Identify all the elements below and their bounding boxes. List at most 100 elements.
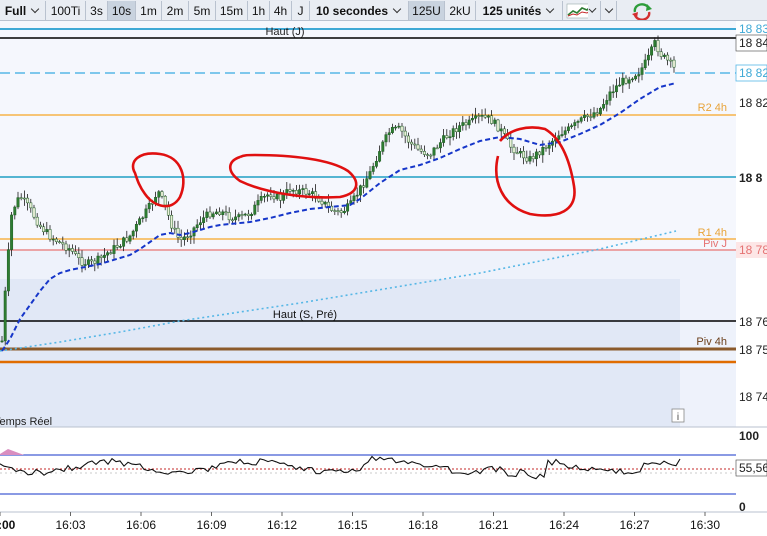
candle-body: [397, 125, 401, 128]
candle-body: [10, 214, 14, 250]
candle-body: [451, 128, 455, 137]
units-2ku[interactable]: 2kU: [445, 1, 476, 20]
candle-body: [630, 78, 634, 81]
candle-body: [672, 59, 676, 68]
candle-body: [272, 196, 276, 200]
refresh-icon: [632, 2, 652, 20]
interval-day[interactable]: J: [292, 1, 310, 20]
candle-body: [307, 193, 311, 195]
candle-body: [627, 79, 631, 84]
candle-body: [138, 218, 142, 225]
info-icon[interactable]: i: [671, 408, 685, 423]
candle-body: [496, 119, 500, 132]
candle-body: [384, 134, 388, 143]
candle-body: [448, 136, 452, 139]
time-axis-label: 16:03: [55, 518, 85, 532]
candle-body: [230, 219, 234, 222]
interval-15m[interactable]: 15m: [216, 1, 248, 20]
candle-body: [118, 246, 122, 248]
candle-body: [189, 235, 193, 238]
candle-body: [426, 154, 430, 156]
candle-body: [278, 193, 282, 201]
candle-body: [208, 211, 212, 218]
candle-body: [67, 248, 71, 251]
candle-body: [470, 118, 474, 121]
indicator-title: Temps Réel: [0, 416, 52, 428]
interval-4h[interactable]: 4h: [270, 1, 292, 20]
interval-3s[interactable]: 3s: [86, 1, 108, 20]
candle-body: [410, 141, 414, 145]
interval-2m[interactable]: 2m: [162, 1, 189, 20]
candle-body: [144, 208, 148, 219]
indicator-axis-label: 100: [739, 429, 759, 443]
candle-body: [378, 151, 382, 162]
candle-body: [291, 190, 295, 192]
period-dropdown[interactable]: 10 secondes: [310, 1, 409, 20]
interval-100ti[interactable]: 100Ti: [46, 1, 86, 20]
interval-10s[interactable]: 10s: [108, 1, 136, 20]
candle-body: [163, 195, 167, 206]
interval-1m[interactable]: 1m: [136, 1, 162, 20]
candle-body: [432, 147, 436, 156]
candle-body: [490, 115, 494, 124]
candle-body: [266, 194, 270, 197]
candle-body: [51, 238, 55, 241]
interval-1h[interactable]: 1h: [248, 1, 270, 20]
price-label: 18 83: [739, 22, 767, 36]
candle-body: [493, 119, 497, 124]
period-label: 10 secondes: [315, 3, 389, 18]
candle-body: [374, 160, 378, 167]
units-dropdown[interactable]: 125 unités: [476, 1, 563, 20]
candle-body: [608, 91, 612, 101]
candle-body: [570, 125, 574, 128]
chevron-down-icon: [604, 4, 613, 14]
candle-body: [339, 210, 343, 213]
candle-body: [19, 197, 23, 199]
candle-body: [112, 245, 116, 254]
price-chart[interactable]: Haut (J) R2 4h R1 4h Piv J Haut (S, Pré)…: [0, 21, 767, 536]
candle-body: [3, 290, 7, 342]
time-axis-label: 16:21: [478, 518, 508, 532]
candle-body: [13, 206, 17, 216]
candle-body: [662, 54, 666, 57]
interval-label: J: [297, 3, 304, 18]
candle-body: [170, 214, 174, 229]
chart-style-button[interactable]: [563, 1, 601, 20]
candle-body: [560, 134, 564, 136]
plot-shaded-region: [0, 279, 680, 427]
candle-body: [518, 150, 522, 154]
candle-body: [234, 216, 238, 221]
candle-body: [227, 212, 231, 221]
price-label: 18 78: [739, 243, 767, 257]
candle-body: [669, 59, 673, 62]
candle-body: [122, 237, 126, 247]
candle-body: [547, 145, 551, 149]
interval-label: 100Ti: [50, 3, 81, 18]
candle-body: [358, 185, 362, 196]
full-dropdown[interactable]: Full: [0, 1, 46, 20]
candle-body: [458, 125, 462, 133]
more-dropdown[interactable]: [601, 1, 617, 20]
candle-body: [102, 254, 106, 258]
time-axis-label: 16:00: [0, 518, 16, 532]
candle-body: [365, 178, 369, 188]
refresh-button[interactable]: [617, 1, 667, 20]
candle-body: [336, 210, 340, 212]
candle-body: [294, 190, 298, 195]
candle-body: [26, 197, 30, 204]
candle-body: [179, 236, 183, 240]
interval-5m[interactable]: 5m: [189, 1, 216, 20]
candle-body: [477, 115, 481, 117]
candle-body: [6, 249, 10, 292]
label-r2-4h: R2 4h: [698, 102, 727, 114]
units-125u[interactable]: 125U: [409, 1, 445, 20]
candle-body: [467, 119, 471, 126]
time-axis-label: 16:06: [126, 518, 156, 532]
candle-body: [534, 151, 538, 160]
units-label: 2kU: [449, 3, 471, 18]
candle-body: [250, 214, 254, 216]
candle-body: [435, 147, 439, 150]
candle-body: [29, 202, 33, 209]
label-haut-s-pre: Haut (S, Pré): [273, 309, 337, 321]
candle-body: [346, 203, 350, 212]
